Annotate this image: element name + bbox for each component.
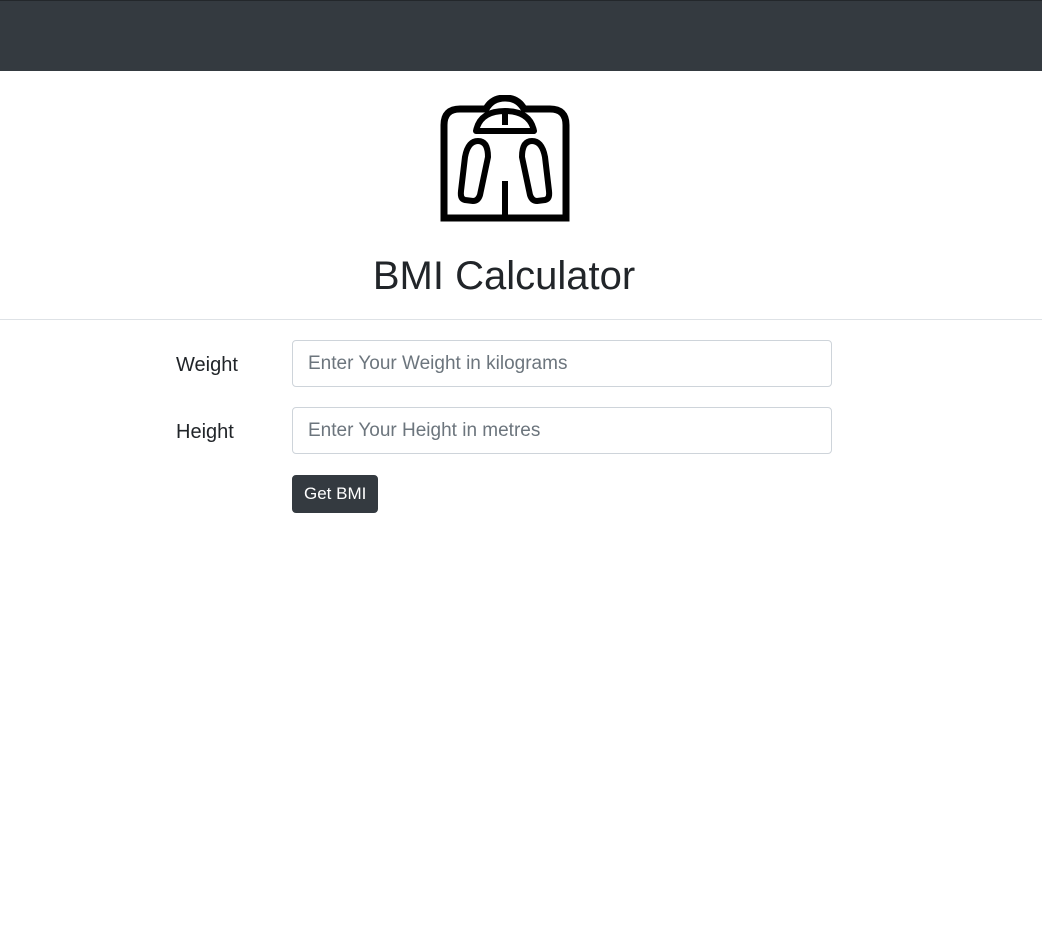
get-bmi-button[interactable]: Get BMI (292, 475, 379, 513)
weight-input[interactable] (292, 340, 832, 387)
height-input[interactable] (292, 407, 832, 454)
top-navbar (0, 0, 1042, 71)
height-label: Height (176, 421, 234, 443)
page-title: BMI Calculator (372, 254, 636, 298)
header-divider (0, 319, 1042, 320)
bathroom-scale-icon (440, 94, 570, 223)
weight-label: Weight (176, 354, 238, 376)
